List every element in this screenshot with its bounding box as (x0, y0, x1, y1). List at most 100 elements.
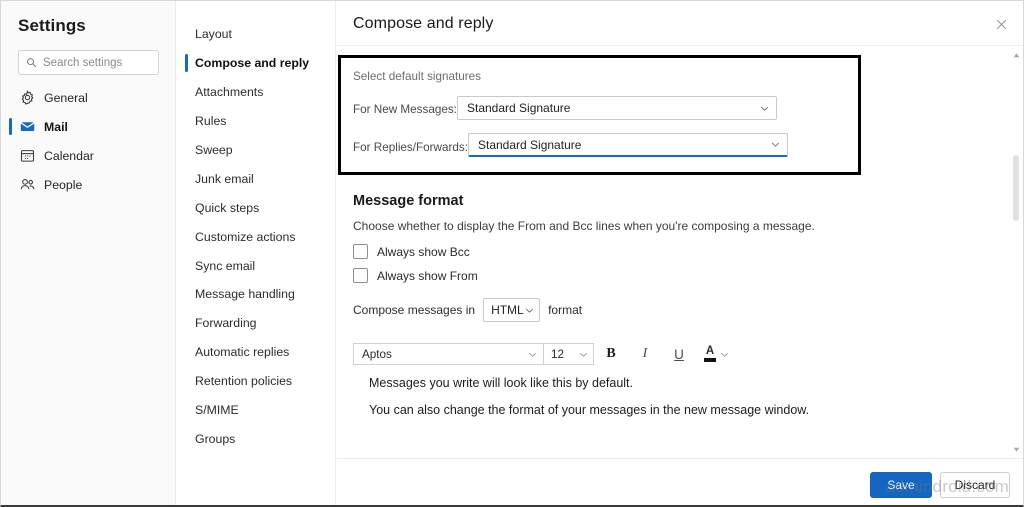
subnav-item-rules[interactable]: Rules (177, 107, 336, 136)
compose-format-value: HTML (491, 303, 524, 317)
sidebar-item-label: Mail (44, 119, 68, 134)
search-icon (27, 58, 37, 68)
subnav-item-label: Attachments (195, 85, 264, 100)
subnav-item-retention-policies[interactable]: Retention policies (177, 367, 336, 396)
chevron-down-icon (771, 142, 780, 147)
sidebar-item-people[interactable]: People (1, 170, 176, 199)
font-color-letter: A (705, 345, 715, 357)
font-size-dropdown[interactable]: 12 (543, 343, 594, 365)
bold-button[interactable]: B (594, 342, 628, 366)
subnav-item-label: Compose and reply (195, 56, 310, 71)
subnav-item-forwarding[interactable]: Forwarding (177, 309, 336, 338)
search-input[interactable]: Search settings (18, 50, 159, 75)
sidebar-item-general[interactable]: General (1, 83, 176, 112)
preview-line-1: Messages you write will look like this b… (369, 376, 634, 390)
mail-settings-subnav: Layout Compose and reply Attachments Rul… (177, 1, 336, 505)
page-title: Settings (18, 16, 86, 35)
subnav-item-sync-email[interactable]: Sync email (177, 251, 336, 280)
font-color-swatch (704, 358, 716, 362)
subnav-item-sweep[interactable]: Sweep (177, 136, 336, 165)
subnav-item-message-handling[interactable]: Message handling (177, 280, 336, 309)
calendar-icon (20, 148, 35, 163)
panel-content: Select default signatures For New Messag… (337, 46, 1023, 458)
subnav-item-label: Forwarding (195, 316, 257, 331)
font-color-icon: A (704, 345, 716, 362)
replies-forwards-signature-dropdown[interactable]: Standard Signature (468, 133, 788, 157)
compose-format-dropdown[interactable]: HTML (483, 298, 541, 322)
for-new-messages-label: For New Messages: (353, 103, 457, 116)
subnav-item-label: S/MIME (195, 403, 239, 418)
subnav-list: Layout Compose and reply Attachments Rul… (177, 20, 336, 453)
message-format-title: Message format (353, 193, 464, 209)
dialog-footer: Save Discard (337, 458, 1023, 505)
underline-button[interactable]: U (662, 342, 696, 366)
checkbox-label: Always show From (377, 268, 478, 283)
subnav-item-smime[interactable]: S/MIME (177, 396, 336, 425)
subnav-item-layout[interactable]: Layout (177, 20, 336, 49)
chevron-down-icon (529, 352, 536, 357)
font-size-value: 12 (551, 347, 565, 361)
main-panel: Compose and reply Select default signatu… (337, 1, 1023, 505)
subnav-item-label: Layout (195, 27, 232, 42)
subnav-item-compose-and-reply[interactable]: Compose and reply (177, 49, 336, 78)
compose-prefix-label: Compose messages in (353, 303, 476, 317)
subnav-item-label: Junk email (195, 171, 254, 186)
subnav-item-label: Groups (195, 431, 236, 446)
compose-format-row: Compose messages in HTML format (353, 298, 582, 322)
always-show-from-checkbox[interactable]: Always show From (353, 268, 478, 283)
sidebar-nav: General Mail Calendar People (1, 83, 176, 199)
checkbox-box (353, 244, 368, 259)
chevron-down-icon (760, 106, 769, 111)
subnav-item-junk-email[interactable]: Junk email (177, 164, 336, 193)
chevron-down-icon (526, 308, 534, 313)
always-show-bcc-checkbox[interactable]: Always show Bcc (353, 244, 470, 259)
subnav-item-label: Message handling (195, 287, 295, 302)
sidebar-item-label: People (44, 177, 83, 192)
subnav-item-customize-actions[interactable]: Customize actions (177, 222, 336, 251)
signature-section-label: Select default signatures (353, 70, 481, 83)
settings-dialog: Settings Search settings General Mail Ca… (0, 0, 1024, 507)
compose-suffix-label: format (548, 303, 583, 317)
search-placeholder: Search settings (43, 56, 123, 69)
for-replies-forwards-label: For Replies/Forwards: (353, 141, 468, 154)
font-family-dropdown[interactable]: Aptos (353, 343, 543, 365)
new-messages-signature-value: Standard Signature (467, 101, 571, 115)
scrollbar-thumb[interactable] (1013, 155, 1019, 221)
subnav-item-groups[interactable]: Groups (177, 424, 336, 453)
content-scrollbar[interactable] (1009, 47, 1023, 457)
envelope-icon (20, 119, 35, 134)
new-messages-signature-dropdown[interactable]: Standard Signature (457, 96, 777, 120)
subnav-item-automatic-replies[interactable]: Automatic replies (177, 338, 336, 367)
sidebar-item-label: Calendar (44, 148, 94, 163)
chevron-down-icon (721, 352, 728, 357)
close-icon[interactable] (992, 15, 1010, 33)
replies-forwards-signature-value: Standard Signature (478, 137, 582, 152)
checkbox-box (353, 268, 368, 283)
sidebar-item-label: General (44, 90, 88, 105)
checkbox-label: Always show Bcc (377, 244, 470, 259)
discard-button[interactable]: Discard (940, 472, 1010, 498)
settings-sidebar: Settings Search settings General Mail Ca… (1, 1, 176, 505)
save-button[interactable]: Save (870, 472, 932, 498)
scroll-down-arrow[interactable] (1009, 443, 1023, 455)
sidebar-item-calendar[interactable]: Calendar (1, 141, 176, 170)
font-color-button[interactable]: A (704, 345, 730, 362)
subnav-item-quick-steps[interactable]: Quick steps (177, 193, 336, 222)
panel-title: Compose and reply (353, 15, 494, 32)
subnav-item-label: Quick steps (195, 200, 260, 215)
font-family-value: Aptos (362, 347, 392, 361)
subnav-item-label: Sync email (195, 258, 256, 273)
subnav-item-attachments[interactable]: Attachments (177, 78, 336, 107)
subnav-item-label: Automatic replies (195, 345, 290, 360)
subnav-item-label: Rules (195, 114, 227, 129)
preview-line-2: You can also change the format of your m… (369, 403, 810, 417)
message-format-description: Choose whether to display the From and B… (353, 219, 815, 233)
italic-button[interactable]: I (628, 342, 662, 366)
subnav-item-label: Customize actions (195, 229, 296, 244)
chevron-down-icon (580, 352, 587, 357)
subnav-item-label: Sweep (195, 143, 233, 157)
scroll-up-arrow[interactable] (1009, 49, 1023, 61)
message-preview[interactable]: Messages you write will look like this b… (353, 376, 1003, 430)
panel-header: Compose and reply (337, 1, 1023, 46)
sidebar-item-mail[interactable]: Mail (1, 112, 176, 141)
